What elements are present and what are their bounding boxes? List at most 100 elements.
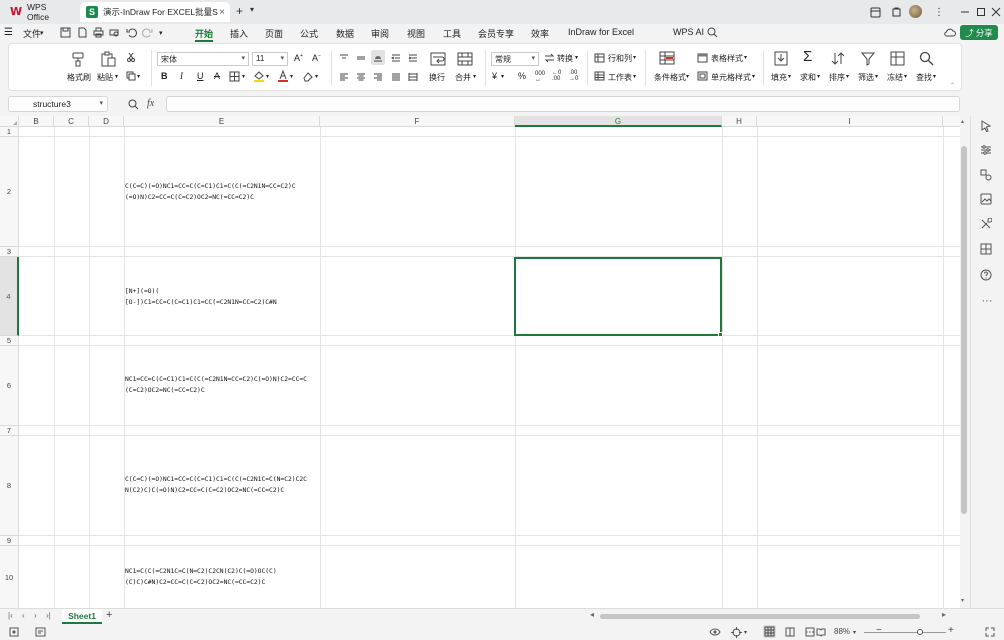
underline-button[interactable]: U [197,71,204,81]
copy-chevron-icon[interactable]: ▾ [137,73,140,80]
border-icon[interactable] [229,71,240,82]
fill-chevron-icon[interactable]: ▾ [788,73,791,80]
menu-efficiency[interactable]: 效率 [531,27,549,40]
undo-icon[interactable] [126,27,137,38]
increase-decimal-icon[interactable]: ←0.00 [552,70,561,82]
cell-e6[interactable]: NC1=CC=C(C=C1)C1=C(C(=C2N1N=CC=C2)C(=O)N… [125,374,321,396]
fx-icon[interactable]: fx [147,98,154,109]
menu-home[interactable]: 开始 [195,27,213,40]
conditional-format-button[interactable]: 条件格式 [654,72,686,83]
convert-icon[interactable] [544,53,555,63]
format-painter-button[interactable]: 格式刷 [67,72,91,83]
cell-e4[interactable]: [N+](=O)([O-])C1=CC=C(C=C1)C1=CC(=C2N1N=… [125,286,321,308]
column-header-g[interactable]: G [515,116,722,127]
indent-increase-icon[interactable] [408,53,418,63]
clear-format-icon[interactable] [302,71,314,82]
zoom-slider[interactable] [864,632,946,633]
sort-icon[interactable] [831,51,846,66]
conditional-format-chevron-icon[interactable]: ▾ [686,73,689,80]
column-header-d[interactable]: D [89,116,124,127]
save-icon[interactable] [60,27,71,38]
filter-button[interactable]: 筛选 [858,72,874,83]
worksheet-icon[interactable] [594,71,605,81]
align-center-icon[interactable] [356,72,366,82]
zoom-chevron-icon[interactable]: ▾ [853,629,856,636]
zoom-icon[interactable] [128,99,139,110]
vertical-scroll-thumb[interactable] [961,146,967,514]
zoom-level[interactable]: 88% [834,627,850,636]
font-color-icon[interactable] [277,70,289,82]
convert-button[interactable]: 转换 [557,53,573,64]
row-col-icon[interactable] [594,53,605,63]
indent-decrease-icon[interactable] [391,53,401,63]
new-tab-button[interactable]: + [236,4,243,18]
merge-chevron-icon[interactable]: ▾ [473,73,476,80]
sheet-tab-sheet1[interactable]: Sheet1 [62,609,102,624]
worksheet-button[interactable]: 工作表 [608,72,632,83]
column-header-j[interactable] [943,116,960,127]
filter-chevron-icon[interactable]: ▾ [875,73,878,80]
column-header-b[interactable]: B [19,116,54,127]
freeze-icon[interactable] [890,51,905,66]
menu-view[interactable]: 视图 [407,27,425,40]
bold-button[interactable]: B [161,71,168,81]
last-sheet-icon[interactable]: ›| [46,611,51,620]
reading-mode-icon[interactable] [816,627,826,637]
decrease-decimal-icon[interactable]: .00 →0 [569,70,578,82]
percent-button[interactable]: % [518,71,526,81]
accessibility-icon[interactable] [35,627,46,637]
font-size-combo[interactable]: 11 ▾ [252,52,288,66]
print-icon[interactable] [93,27,104,38]
locate-chevron-icon[interactable]: ▾ [744,629,747,636]
strikethrough-icon[interactable]: A [214,71,220,81]
merge-cells-icon[interactable] [457,51,473,67]
table-style-button[interactable]: 表格样式 [711,53,743,64]
scroll-right-icon[interactable]: ▸ [942,610,946,619]
minimize-icon[interactable] [958,5,972,19]
table-style-icon[interactable] [697,53,708,63]
border-chevron-icon[interactable]: ▾ [242,73,245,80]
close-window-icon[interactable] [989,5,1003,19]
filter-icon[interactable] [861,51,875,66]
freeze-chevron-icon[interactable]: ▾ [904,73,907,80]
print-preview-icon[interactable] [109,27,120,38]
paste-button[interactable]: 粘贴 [97,72,113,83]
sum-button[interactable]: 求和 [800,72,816,83]
add-sheet-button[interactable]: + [106,609,112,621]
row-header-9[interactable]: 9 [0,536,19,546]
font-name-combo[interactable]: 宋体 ▾ [157,52,249,66]
copy-icon[interactable] [126,71,136,81]
align-right-icon[interactable] [373,72,383,82]
number-format-combo[interactable]: 常规 ▾ [491,52,539,66]
find-icon[interactable] [919,51,934,66]
tab-wps-office[interactable]: W WPS Office [4,2,76,22]
cell-e2[interactable]: C(C=C)(=O)NC1=CC=C(C=C1)C1=C(C(=C2N1N=CC… [125,181,321,203]
fill-icon[interactable] [774,51,788,66]
paste-icon[interactable] [100,51,116,67]
tab-document[interactable]: S 演示-InDraw For EXCEL批量S × [80,2,230,22]
selected-cell-g4[interactable] [514,257,723,337]
menu-page[interactable]: 页面 [265,27,283,40]
italic-button[interactable]: I [180,71,183,81]
row-header-10[interactable]: 10 [0,546,19,608]
cloud-sync-icon[interactable] [944,27,956,38]
more-options-icon[interactable]: ··· [980,294,994,308]
name-box[interactable]: structure3 ▾ [8,96,108,112]
sum-icon[interactable]: Σ [803,48,812,65]
decrease-font-icon[interactable]: A− [312,53,321,63]
quick-access-chevron-icon[interactable]: ▾ [159,29,163,37]
conditional-format-icon[interactable] [659,50,675,66]
align-top-icon[interactable] [339,53,349,63]
formula-input[interactable] [166,96,960,112]
menu-wps-ai[interactable]: WPS AI [673,27,704,37]
page-break-view-icon[interactable] [805,627,815,637]
align-left-icon[interactable] [339,72,349,82]
export-pdf-icon[interactable] [77,27,88,38]
menu-file[interactable]: 文件 [23,27,41,40]
column-header-c[interactable]: C [54,116,89,127]
row-header-8[interactable]: 8 [0,436,19,536]
tools-icon[interactable] [980,218,994,232]
merge-cells-button[interactable]: 合并 [455,72,471,83]
increase-font-icon[interactable]: A+ [294,53,303,63]
shapes-icon[interactable] [980,169,994,183]
